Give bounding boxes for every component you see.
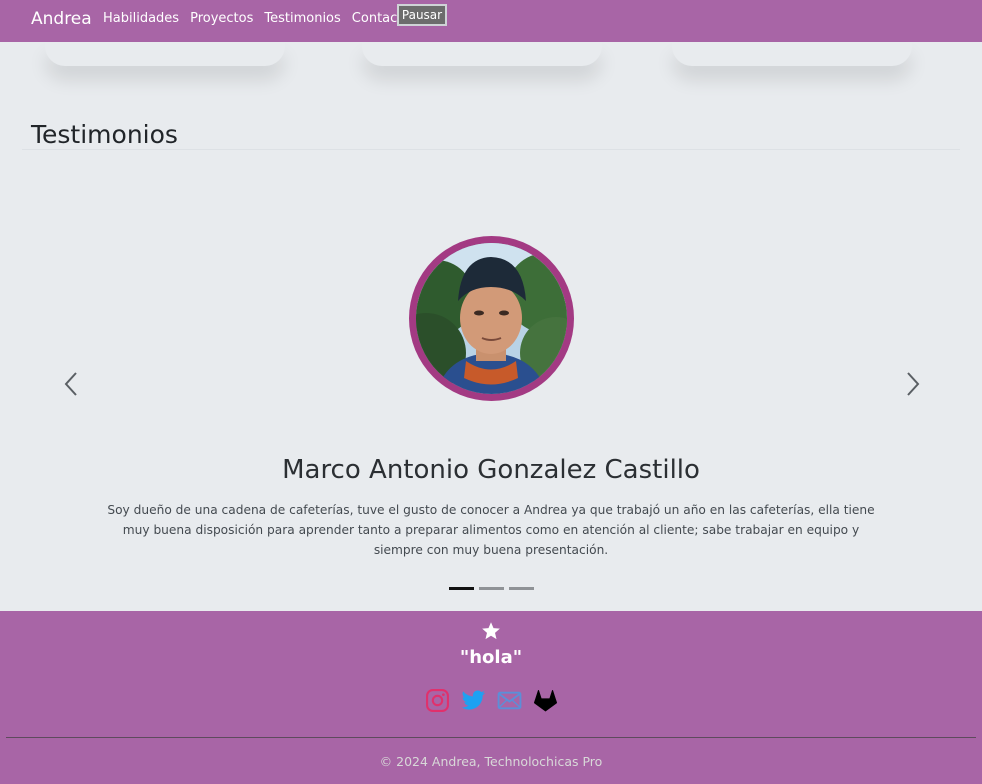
brand-link[interactable]: Andrea: [31, 9, 92, 29]
footer-motto: "hola": [459, 647, 523, 668]
gitlab-link[interactable]: [533, 688, 558, 713]
carousel-indicator[interactable]: [479, 587, 504, 590]
twitter-link[interactable]: [461, 688, 486, 713]
footer-divider: [6, 737, 976, 738]
carousel-indicators: [449, 587, 534, 590]
instagram-link[interactable]: [425, 688, 450, 713]
social-links: [425, 688, 558, 713]
mail-icon: [497, 691, 522, 710]
carousel-indicator[interactable]: [449, 587, 474, 590]
previous-section-card: [672, 42, 912, 66]
star-icon: [482, 622, 500, 640]
copyright-text: © 2024 Andrea, Technolochicas Pro: [379, 754, 603, 769]
instagram-icon: [426, 689, 449, 712]
mail-link[interactable]: [497, 688, 522, 713]
avatar-photo: [416, 243, 567, 394]
previous-section-card: [362, 42, 602, 66]
carousel-prev-button[interactable]: [60, 370, 84, 398]
nav-link-habilidades[interactable]: Habilidades: [103, 11, 179, 26]
chevron-left-icon: [64, 372, 77, 396]
testimonials-carousel: Marco Antonio Gonzalez Castillo Soy dueñ…: [0, 150, 982, 611]
footer: "hola" © 2024 Andrea, Technolochicas Pro: [0, 611, 982, 784]
twitter-icon: [461, 690, 485, 710]
gitlab-icon: [534, 689, 557, 712]
testimonial-name: Marco Antonio Gonzalez Castillo: [282, 455, 700, 485]
previous-section-card: [45, 42, 285, 66]
section-title: Testimonios: [31, 120, 178, 149]
top-navbar: Andrea Habilidades Proyectos Testimonios…: [0, 0, 982, 42]
nav-link-testimonios[interactable]: Testimonios: [264, 11, 340, 26]
chevron-right-icon: [907, 372, 920, 396]
nav-links: Habilidades Proyectos Testimonios Contac…: [103, 11, 421, 26]
carousel-next-button[interactable]: [900, 370, 924, 398]
carousel-indicator[interactable]: [509, 587, 534, 590]
testimonial-quote: Soy dueño de una cadena de cafeterías, t…: [107, 503, 875, 557]
pause-button[interactable]: Pausar: [397, 4, 447, 26]
nav-link-proyectos[interactable]: Proyectos: [190, 11, 253, 26]
avatar-frame: [409, 236, 574, 401]
avatar: [416, 243, 567, 394]
